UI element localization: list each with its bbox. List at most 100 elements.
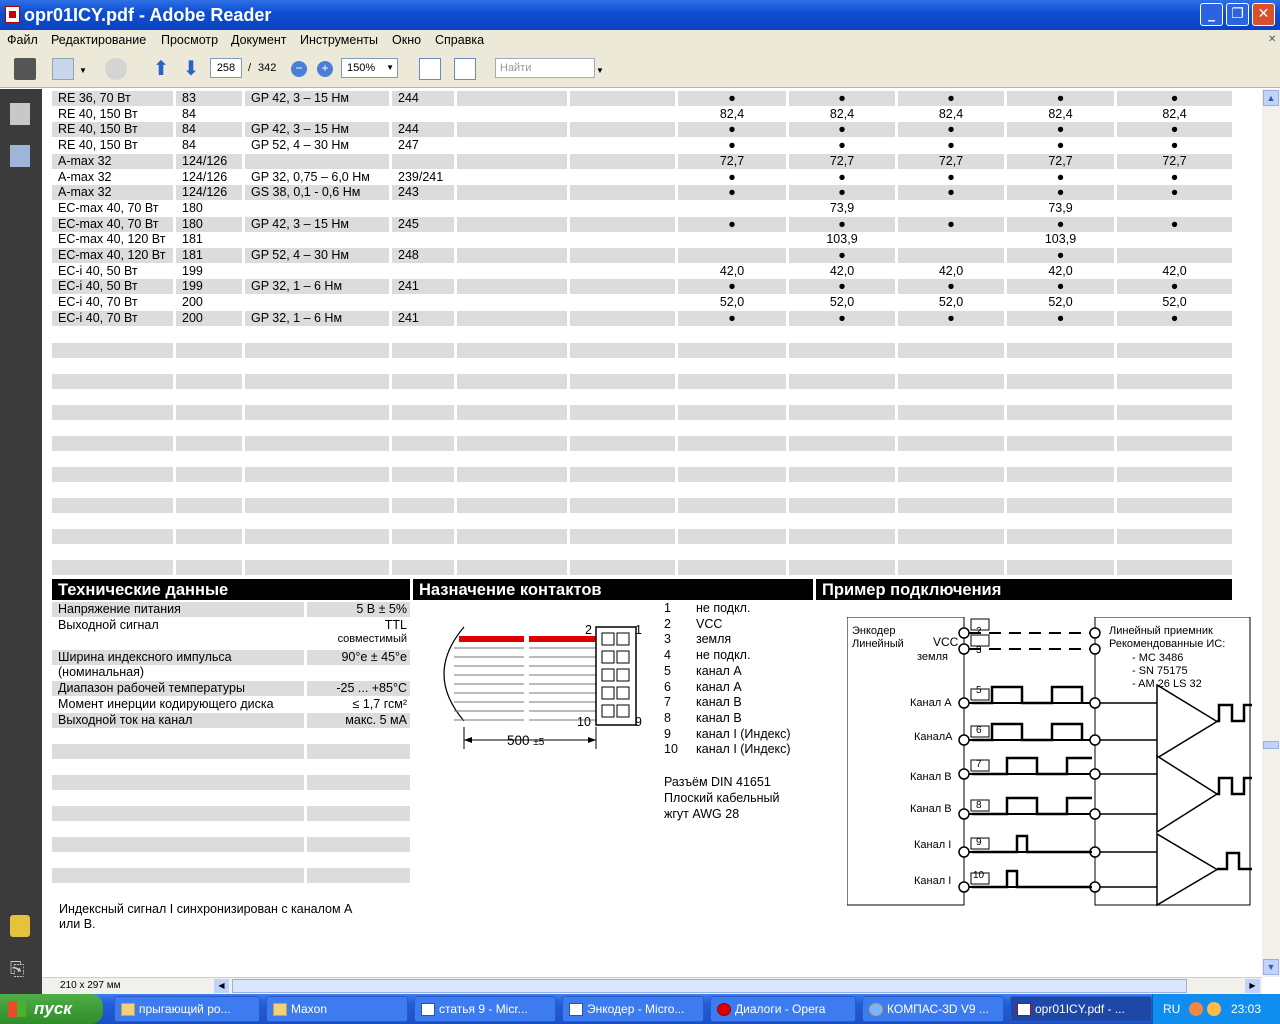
line-receiver — [1156, 832, 1219, 907]
table-cell — [457, 185, 567, 201]
zoom-in-icon[interactable]: + — [317, 61, 333, 77]
table-cell — [1007, 343, 1114, 358]
tech-row: Ширина индексного импульса 90°e ± 45°e — [52, 650, 410, 665]
table-empty-row — [52, 405, 1232, 420]
scroll-up-icon[interactable]: ▲ — [1263, 90, 1279, 106]
scroll-thumb[interactable] — [1263, 741, 1279, 749]
menu-close-icon[interactable]: ✕ — [1268, 34, 1276, 45]
table-cell — [1117, 467, 1232, 482]
hand-tool-icon[interactable] — [105, 58, 127, 80]
task-button[interactable]: Maxon — [266, 996, 408, 1022]
print-icon[interactable] — [14, 58, 36, 80]
maximize-button[interactable]: ❐ — [1226, 3, 1249, 26]
table-value-cell: ● — [1007, 279, 1114, 295]
connector-pin — [601, 686, 615, 700]
table-value-cell: 52,0 — [938, 295, 964, 310]
table-cell — [245, 467, 389, 482]
minimize-button[interactable]: _ — [1200, 3, 1223, 26]
table-value-cell — [1117, 201, 1232, 216]
table-value-cell: 72,7 — [898, 153, 1004, 169]
table-cell — [898, 560, 1004, 575]
folder-icon — [273, 1003, 287, 1016]
receiver-label: Линейный приемник — [1109, 625, 1213, 637]
table-cell — [392, 560, 454, 575]
horizontal-scroll-thumb[interactable] — [232, 979, 1187, 993]
table-row: EC-max 40, 70 Вт 180 73,9 73,9 — [52, 201, 1232, 216]
table-value-cell: ● — [898, 216, 1004, 232]
pages-icon[interactable] — [10, 103, 30, 125]
start-button[interactable]: пуск — [0, 994, 103, 1024]
table-cell — [1007, 405, 1114, 420]
scroll-down-icon[interactable]: ▼ — [1263, 959, 1279, 975]
search-input[interactable]: Найти — [495, 58, 595, 78]
table-cell: A-max 32 — [58, 169, 112, 184]
table-cell — [570, 138, 675, 153]
tray-icon[interactable] — [1207, 1002, 1221, 1016]
table-cell — [570, 248, 675, 263]
cable-gauge: жгут AWG 28 — [664, 807, 740, 821]
menu-edit[interactable]: Редактирование — [51, 33, 146, 47]
table-cell — [457, 153, 567, 169]
table-cell — [678, 467, 786, 482]
find-document-icon[interactable] — [52, 58, 74, 80]
table-cell — [52, 498, 173, 513]
table-value-cell: 103,9 — [1044, 232, 1077, 247]
table-cell: 245 — [392, 216, 454, 232]
menu-tools[interactable]: Инструменты — [300, 33, 378, 47]
page-number-input[interactable]: 258 — [210, 58, 242, 78]
table-cell — [457, 91, 567, 106]
table-cell — [789, 467, 895, 482]
document-view[interactable]: RE 36, 70 Вт 83 GP 42, 3 – 15 Нм 244 ● ● ● ● ● RE… — [42, 89, 1262, 977]
fit-page-icon[interactable] — [454, 58, 476, 80]
table-cell — [678, 405, 786, 420]
table-cell: RE 40, 150 Вт — [58, 106, 138, 121]
attachments-icon[interactable]: ⎘ — [10, 959, 30, 981]
terminal-circle — [958, 734, 970, 746]
connector-top-left-label: 2 — [585, 623, 592, 637]
bookmarks-icon[interactable] — [10, 145, 30, 167]
menu-help[interactable]: Справка — [435, 33, 484, 47]
table-value-cell: ● — [789, 310, 895, 326]
table-cell: EC-i 40, 70 Вт — [58, 295, 138, 310]
table-cell: GP 52, 4 – 30 Нм — [251, 138, 350, 153]
table-value-cell: 52,0 — [719, 295, 745, 310]
task-button[interactable]: Энкодер - Micro... — [562, 996, 704, 1022]
scroll-right-icon[interactable]: ▶ — [1245, 979, 1260, 993]
menu-window[interactable]: Окно — [392, 33, 421, 47]
fit-width-icon[interactable] — [419, 58, 441, 80]
vertical-scrollbar[interactable]: ▲ ▼ — [1262, 89, 1280, 977]
task-button[interactable]: КОМПАС-3D V9 ... — [862, 996, 1004, 1022]
zoom-select[interactable]: 150% ▼ — [341, 58, 398, 78]
menu-file[interactable]: Файл — [7, 33, 38, 47]
opera-icon — [717, 1003, 731, 1016]
close-button[interactable]: ✕ — [1252, 3, 1275, 26]
table-value-cell: 72,7 — [678, 153, 786, 169]
zoom-out-icon[interactable]: − — [291, 61, 307, 77]
chevron-down-icon[interactable]: ▼ — [596, 66, 604, 75]
menu-document[interactable]: Документ — [231, 33, 286, 47]
table-cell — [1007, 529, 1114, 544]
task-button[interactable]: Диалоги - Opera — [710, 996, 856, 1022]
table-value-cell: 82,4 — [1048, 106, 1073, 121]
table-cell: 84 — [182, 106, 196, 121]
terminal-circle — [1089, 643, 1101, 655]
pin-description: канал B — [696, 710, 742, 725]
table-value-cell: ● — [1056, 138, 1065, 153]
task-button[interactable]: статья 9 - Micr... — [414, 996, 556, 1022]
comments-icon[interactable] — [10, 915, 30, 937]
taskbar: пуск прыгающий ро... Maxon статья 9 - Mi… — [0, 994, 1280, 1024]
next-page-icon[interactable]: ⬇ — [180, 58, 202, 80]
menu-view[interactable]: Просмотр — [161, 33, 218, 47]
table-cell: A-max 32 — [52, 185, 173, 201]
language-indicator[interactable]: RU — [1163, 1002, 1180, 1016]
tray-icon[interactable] — [1189, 1002, 1203, 1016]
table-value-cell: ● — [1007, 248, 1114, 263]
pin-number: 6 — [664, 679, 671, 694]
previous-page-icon[interactable]: ⬆ — [150, 58, 172, 80]
task-button[interactable]: прыгающий ро... — [114, 996, 260, 1022]
task-button-active[interactable]: opr01ICY.pdf - ... — [1010, 996, 1152, 1022]
table-cell — [176, 405, 242, 420]
scroll-left-icon[interactable]: ◀ — [214, 979, 229, 993]
chevron-down-icon[interactable]: ▼ — [79, 66, 87, 75]
table-cell — [392, 498, 454, 513]
